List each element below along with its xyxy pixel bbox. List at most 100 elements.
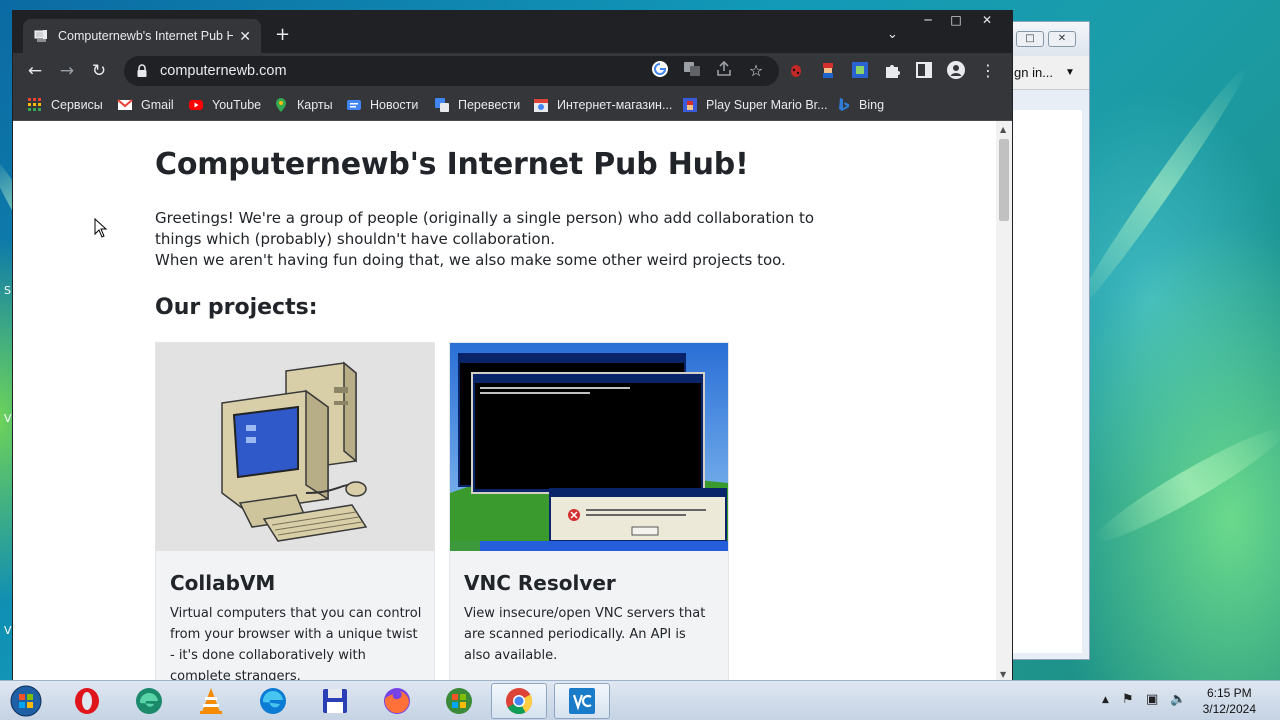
bookmark-news[interactable]: Новости [346, 96, 418, 114]
intro-text-line1: Greetings! We're a group of people (orig… [155, 209, 815, 248]
url-text[interactable]: computernewb.com [160, 63, 287, 79]
clock-date: 3/12/2024 [1202, 702, 1256, 716]
scroll-down-arrow-icon[interactable]: ▼ [1000, 670, 1006, 679]
vertical-scrollbar[interactable]: ▲ ▼ [996, 121, 1012, 681]
forward-arrow-icon[interactable]: → [56, 60, 78, 82]
retro-computer-illustration[interactable] [156, 343, 434, 551]
bookmark-super-mario[interactable]: Play Super Mario Br... [682, 96, 828, 114]
bookmark-label: Сервисы [51, 98, 103, 112]
project-card-vnc-resolver[interactable]: VNC Resolver View insecure/open VNC serv… [449, 342, 729, 681]
project-description: Virtual computers that you can control f… [170, 606, 422, 681]
extension-mario-icon[interactable] [819, 61, 837, 79]
google-lens-icon[interactable] [651, 60, 669, 78]
background-window[interactable]: □ ✕ gn in... ▼ [1012, 21, 1090, 660]
bookmark-web-store[interactable]: Интернет-магазин... [533, 96, 672, 114]
news-icon [347, 100, 361, 110]
bing-icon [839, 98, 849, 111]
back-arrow-icon[interactable]: ← [24, 60, 46, 82]
project-card-collabvm[interactable]: CollabVM Virtual computers that you can … [155, 342, 435, 681]
wallpaper-streak [1065, 61, 1255, 319]
wallpaper-streak [1087, 417, 1280, 553]
taskbar-vlc[interactable] [183, 683, 239, 719]
opera-icon[interactable] [72, 686, 102, 716]
bookmark-youtube[interactable]: YouTube [188, 96, 261, 114]
action-center-flag-icon[interactable]: ⚑ [1122, 692, 1134, 707]
extension-ladybug-icon[interactable] [787, 61, 805, 79]
vnc-icon[interactable] [567, 686, 597, 716]
side-panel-icon[interactable] [915, 61, 933, 79]
profile-avatar-icon[interactable] [947, 61, 965, 79]
lock-icon[interactable] [136, 64, 148, 78]
background-window-titlebar[interactable]: □ ✕ [1012, 22, 1089, 56]
show-hidden-icons-chevron-icon[interactable]: ▲ [1102, 695, 1109, 705]
close-tab-icon[interactable]: ✕ [239, 28, 251, 45]
taskbar-save-app[interactable] [307, 683, 363, 719]
sign-in-link[interactable]: gn in... [1014, 65, 1053, 80]
desktop-icon-label-fragment[interactable]: V [4, 624, 12, 637]
taskbar-edge-beta[interactable] [121, 683, 177, 719]
start-orb-icon[interactable] [9, 684, 43, 718]
bookmark-star-icon[interactable]: ☆ [745, 60, 767, 82]
taskbar: ▲ ⚑ ▣ 🔈 6:15 PM 3/12/2024 [0, 680, 1280, 720]
taskbar-chrome[interactable] [491, 683, 547, 719]
network-icon[interactable]: ▣ [1146, 692, 1158, 707]
scrollbar-thumb[interactable] [999, 139, 1009, 221]
vnc-screenshot-windows-xp[interactable] [450, 343, 728, 551]
save-floppy-icon[interactable] [320, 686, 350, 716]
windows-icon[interactable] [444, 686, 474, 716]
bookmark-label: Новости [370, 98, 419, 112]
project-title[interactable]: VNC Resolver [464, 571, 616, 595]
clock[interactable]: 6:15 PM 3/12/2024 [1203, 685, 1256, 717]
volume-muted-icon[interactable]: 🔈 [1170, 692, 1186, 707]
taskbar-firefox[interactable] [369, 683, 425, 719]
chrome-icon[interactable] [504, 686, 534, 716]
desktop-icon-label-fragment[interactable]: S [4, 284, 11, 297]
firefox-icon[interactable] [382, 686, 412, 716]
taskbar-opera[interactable] [59, 683, 115, 719]
site-favicon-icon [34, 30, 47, 42]
intro-text-line2: When we aren't having fun doing that, we… [155, 251, 786, 269]
bookmark-maps[interactable]: Карты [273, 96, 333, 114]
share-icon[interactable] [715, 60, 733, 78]
bookmark-bing[interactable]: Bing [835, 96, 884, 114]
edge-beta-icon[interactable] [134, 686, 164, 716]
taskbar-edge[interactable] [245, 683, 301, 719]
bookmark-services[interactable]: Сервисы [27, 96, 103, 114]
chevron-down-icon[interactable]: ▼ [1065, 67, 1075, 78]
scroll-up-arrow-icon[interactable]: ▲ [1000, 125, 1006, 134]
browser-toolbar: ← → ↻ computernewb.com ☆ ⋮ [13, 53, 1012, 89]
vlc-icon[interactable] [196, 686, 226, 716]
translate-icon[interactable] [683, 60, 701, 78]
start-button[interactable] [0, 683, 52, 719]
edge-icon[interactable] [258, 686, 288, 716]
kebab-menu-icon[interactable]: ⋮ [977, 60, 999, 82]
taskbar-windows[interactable] [431, 683, 487, 719]
project-description: View insecure/open VNC servers that are … [464, 606, 706, 663]
bookmark-label: Gmail [141, 98, 174, 112]
minimize-button[interactable]: ─ [913, 11, 943, 29]
tab-search-chevron-icon[interactable]: ⌄ [887, 27, 898, 42]
bookmark-translate[interactable]: Перевести [434, 96, 520, 114]
extensions-puzzle-icon[interactable] [883, 61, 901, 79]
project-title[interactable]: CollabVM [170, 571, 275, 595]
address-bar[interactable]: computernewb.com [124, 56, 779, 86]
close-window-button[interactable]: ✕ [972, 11, 1002, 29]
youtube-icon [189, 100, 203, 110]
taskbar-vnc-viewer[interactable] [554, 683, 610, 719]
desktop-icon-label-fragment[interactable]: V [4, 412, 12, 425]
apps-grid-icon [28, 98, 41, 111]
page-viewport[interactable]: Computernewb's Internet Pub Hub! Greetin… [13, 121, 1012, 681]
clock-time: 6:15 PM [1206, 686, 1252, 700]
restore-button[interactable]: □ [1016, 31, 1044, 47]
intro-paragraph: Greetings! We're a group of people (orig… [155, 208, 855, 271]
tab-active[interactable]: Computernewb's Internet Pub Hu ✕ [23, 19, 261, 53]
close-button[interactable]: ✕ [1048, 31, 1076, 47]
reload-icon[interactable]: ↻ [88, 60, 110, 82]
translate-icon [435, 98, 449, 112]
bookmarks-bar: Сервисы Gmail YouTube Карты Новости Пере… [13, 89, 1012, 121]
extension-game-icon[interactable] [851, 61, 869, 79]
new-tab-button[interactable]: + [275, 24, 290, 45]
maximize-button[interactable]: □ [941, 11, 971, 29]
background-window-toolbar[interactable]: gn in... ▼ [1012, 56, 1089, 90]
bookmark-gmail[interactable]: Gmail [117, 96, 174, 114]
